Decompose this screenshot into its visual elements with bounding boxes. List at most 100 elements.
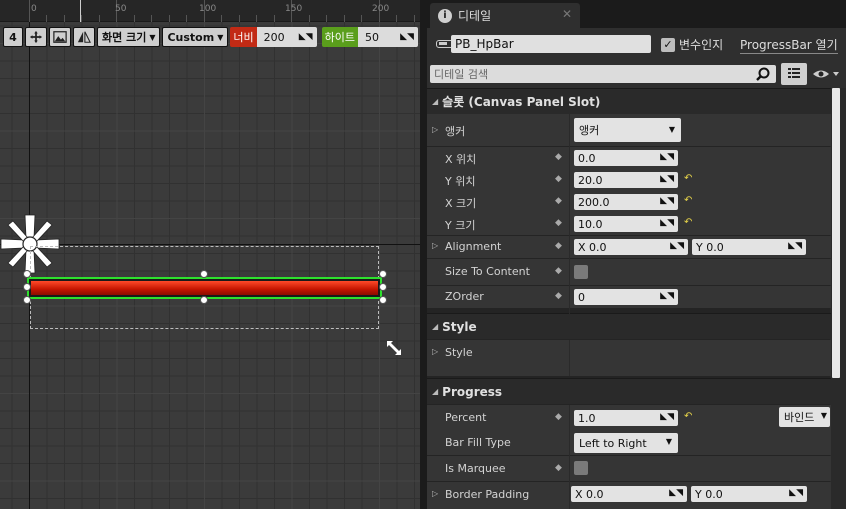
resize-handle[interactable] (200, 270, 208, 278)
drag-arrows-icon: ◣◥ (669, 488, 683, 498)
canvas-resize-icon[interactable] (384, 338, 404, 358)
alignment-x-input[interactable]: X 0.0 ◣◥ (574, 239, 688, 255)
ruler-label: 100 (199, 4, 217, 14)
width-field[interactable]: 너비 200 ◣◥ (230, 27, 317, 47)
size-y-input[interactable]: 10.0 ◣◥ (574, 216, 678, 232)
screen-size-dropdown[interactable]: 화면 크기 ▼ (97, 27, 161, 47)
column-splitter[interactable] (569, 114, 570, 314)
reset-to-default-icon[interactable]: ↶ (684, 173, 692, 184)
border-padding-y-input[interactable]: Y 0.0 ◣◥ (691, 486, 807, 502)
resize-handle[interactable] (23, 283, 31, 291)
tab-details[interactable]: i 디테일 ✕ (430, 3, 580, 28)
width-value: 200 (263, 30, 285, 44)
open-class-link[interactable]: ProgressBar 열기 (740, 36, 838, 54)
size-x-input[interactable]: 200.0 ◣◥ (574, 194, 678, 210)
resize-handle[interactable] (379, 283, 387, 291)
chevron-down-icon: ▼ (820, 411, 827, 420)
resize-handle[interactable] (23, 296, 31, 304)
prop-size-to-content: Size To Content ◆ (427, 259, 831, 285)
prop-size-x: X 크기 ◆ 200.0 ◣◥ ↶ (427, 191, 831, 213)
background-image-icon[interactable] (49, 27, 71, 47)
scrollbar-thumb[interactable] (832, 88, 840, 378)
reset-to-default-icon[interactable]: ↶ (684, 195, 692, 206)
prop-label: Y 위치 (445, 175, 476, 188)
pin-icon[interactable]: ◆ (555, 218, 562, 228)
height-field[interactable]: 하이트 50 ◣◥ (321, 27, 418, 47)
zorder-input[interactable]: 0 ◣◥ (574, 289, 678, 305)
size-to-content-checkbox[interactable] (574, 265, 588, 279)
details-search-input[interactable]: 디테일 검색 (430, 65, 776, 83)
reset-to-default-icon[interactable]: ↶ (684, 217, 692, 228)
top-ruler: 0 50 100 150 200 (0, 0, 420, 22)
bar-fill-type-dropdown[interactable]: Left to Right ▼ (574, 433, 678, 453)
search-icon[interactable] (756, 67, 770, 81)
is-variable-toggle[interactable]: ✓ 변수인지 (661, 36, 723, 53)
pin-icon[interactable]: ◆ (555, 266, 562, 276)
pin-icon[interactable]: ◆ (555, 196, 562, 206)
drag-arrows-icon: ◣◥ (788, 241, 802, 251)
border-padding-x-input[interactable]: X 0.0 ◣◥ (571, 486, 687, 502)
chevron-down-icon: ▼ (668, 125, 675, 134)
resize-handle[interactable] (200, 296, 208, 304)
section-slot-title: 슬롯 (Canvas Panel Slot) (442, 95, 601, 109)
percent-value: 1.0 (578, 411, 596, 425)
prop-is-marquee: Is Marquee ◆ (427, 456, 831, 481)
resize-handle[interactable] (23, 270, 31, 278)
expand-arrow-icon[interactable]: ▷ (432, 489, 438, 498)
reset-to-default-icon[interactable]: ↶ (684, 411, 692, 422)
close-icon[interactable]: ✕ (562, 7, 572, 21)
pin-icon[interactable]: ◆ (555, 174, 562, 184)
origin-horizontal-line (0, 244, 420, 245)
designer-viewport[interactable]: 0 50 100 150 200 4 화면 크기 ▼ Custom ▼ 너비 2… (0, 0, 420, 509)
resize-handle[interactable] (379, 296, 387, 304)
alignment-y-value: Y 0.0 (696, 240, 724, 254)
eye-icon (813, 70, 839, 78)
property-matrix-button[interactable] (781, 63, 807, 85)
height-input[interactable]: 50 ◣◥ (357, 27, 418, 47)
bar-fill-type-value: Left to Right (579, 436, 647, 450)
percent-input[interactable]: 1.0 ◣◥ (574, 410, 678, 426)
position-x-input[interactable]: 0.0 ◣◥ (574, 150, 678, 166)
expand-arrow-icon[interactable]: ▷ (432, 241, 438, 250)
transform-mode-icon[interactable] (25, 27, 47, 47)
is-variable-label: 변수인지 (679, 38, 724, 52)
alignment-x-value: X 0.0 (578, 240, 607, 254)
column-splitter[interactable] (569, 405, 570, 509)
visibility-options[interactable] (812, 67, 842, 81)
pin-icon[interactable]: ◆ (555, 463, 562, 473)
position-y-input[interactable]: 20.0 ◣◥ (574, 172, 678, 188)
prop-size-y: Y 크기 ◆ 10.0 ◣◥ ↶ (427, 213, 831, 235)
section-progress[interactable]: ◢ Progress (427, 378, 831, 404)
search-placeholder: 디테일 검색 (434, 68, 489, 81)
pin-icon[interactable]: ◆ (555, 241, 562, 251)
ruler-label: 50 (115, 4, 127, 14)
bind-dropdown[interactable]: 바인드 ▼ (779, 407, 830, 427)
flip-direction-icon[interactable] (73, 27, 95, 47)
prop-label: ZOrder (445, 290, 484, 303)
prop-bar-fill-type: Bar Fill Type Left to Right ▼ (427, 431, 831, 455)
collapse-arrow-icon: ◢ (432, 97, 439, 106)
border-padding-y-value: Y 0.0 (695, 487, 723, 501)
pin-icon[interactable]: ◆ (555, 152, 562, 162)
prop-label: X 크기 (445, 197, 477, 210)
is-marquee-checkbox[interactable] (574, 461, 588, 475)
is-variable-checkbox[interactable]: ✓ (661, 37, 675, 52)
expand-arrow-icon[interactable]: ▷ (432, 347, 438, 356)
progress-bar-fill (31, 281, 378, 295)
width-input[interactable]: 200 ◣◥ (256, 27, 317, 47)
pin-icon[interactable]: ◆ (555, 412, 562, 422)
dpi-scale-button[interactable]: 4 (3, 27, 23, 47)
column-splitter[interactable] (569, 340, 570, 376)
prop-label: Y 크기 (445, 219, 476, 232)
section-slot[interactable]: ◢ 슬롯 (Canvas Panel Slot) (427, 88, 831, 114)
section-style[interactable]: ◢ Style (427, 313, 831, 339)
expand-arrow-icon[interactable]: ▷ (432, 125, 438, 134)
ruler-label: 0 (31, 4, 37, 14)
prop-position-y: Y 위치 ◆ 20.0 ◣◥ ↶ (427, 169, 831, 191)
fill-preset-dropdown[interactable]: Custom ▼ (162, 27, 229, 47)
resize-handle[interactable] (379, 270, 387, 278)
anchors-dropdown[interactable]: 앵커 ▼ (574, 118, 681, 142)
widget-name-input[interactable]: PB_HpBar (451, 35, 651, 53)
pin-icon[interactable]: ◆ (555, 291, 562, 301)
alignment-y-input[interactable]: Y 0.0 ◣◥ (692, 239, 806, 255)
